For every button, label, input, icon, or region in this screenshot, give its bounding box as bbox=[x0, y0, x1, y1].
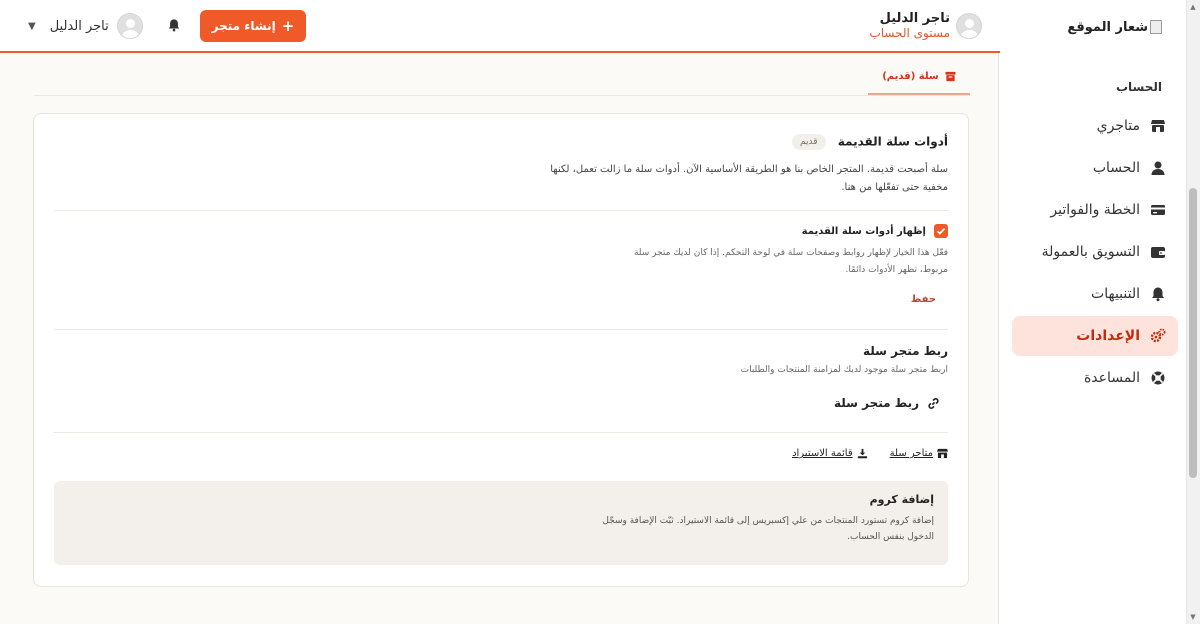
sidebar-item-settings[interactable]: الإعدادات bbox=[1012, 316, 1178, 356]
salla-links-row: متاجر سلة قائمة الاستيراد bbox=[792, 448, 948, 459]
site-logo[interactable]: شعار الموقع bbox=[1067, 17, 1162, 37]
show-legacy-tools-checkbox[interactable] bbox=[934, 224, 948, 238]
sidebar-item-notifications[interactable]: التنبيهات bbox=[1012, 274, 1178, 314]
sidebar-section-label: الحساب bbox=[1115, 80, 1162, 94]
legacy-tools-title: أدوات سلة القديمة قديم bbox=[792, 134, 948, 150]
bell-icon bbox=[1152, 287, 1164, 302]
salla-stores-label: متاجر سلة bbox=[889, 448, 933, 459]
notifications-bell-icon[interactable] bbox=[167, 18, 181, 32]
account-name: تاجر الدليل bbox=[879, 11, 950, 26]
tab-bar: سلة (قديم) bbox=[34, 60, 970, 96]
import-list-link[interactable]: قائمة الاستيراد bbox=[792, 448, 868, 459]
caret-down-icon: ▼ bbox=[28, 20, 36, 32]
create-store-button[interactable]: + إنشاء متجر bbox=[200, 10, 306, 42]
sidebar-item-label: المساعدة bbox=[1083, 370, 1140, 386]
sidebar-item-label: الخطة والفواتير bbox=[1050, 202, 1140, 218]
top-header: تاجر الدليل مستوى الحساب + إنشاء متجر تا… bbox=[0, 0, 1000, 53]
chrome-extension-description: إضافة كروم تستورد المنتجات من علي إكسبري… bbox=[602, 516, 934, 542]
page-scrollbar[interactable]: ▲ ▼ bbox=[1186, 0, 1200, 624]
chrome-extension-title: إضافة كروم bbox=[869, 493, 934, 506]
account-level: مستوى الحساب bbox=[869, 26, 950, 40]
connect-salla-store-button[interactable]: ربط متجر سلة bbox=[834, 396, 940, 410]
sidebar-item-account[interactable]: الحساب bbox=[1012, 148, 1178, 188]
connect-description: اربط متجر سلة موجود لديك لمزامنة المنتجا… bbox=[740, 365, 948, 375]
show-legacy-tools-label: إظهار أدوات سلة القديمة bbox=[801, 225, 926, 237]
sidebar-item-label: متاجري bbox=[1096, 118, 1140, 134]
user-name: تاجر الدليل bbox=[49, 18, 109, 34]
legacy-tools-heading: أدوات سلة القديمة bbox=[837, 134, 948, 149]
sidebar: شعار الموقع الحساب متاجري الحساب الخطة و… bbox=[998, 0, 1186, 624]
download-icon bbox=[857, 448, 867, 459]
user-icon bbox=[1151, 161, 1165, 175]
sidebar-item-billing[interactable]: الخطة والفواتير bbox=[1012, 190, 1178, 230]
user-menu[interactable]: تاجر الدليل ▼ bbox=[28, 13, 143, 39]
tab-salla-legacy[interactable]: سلة (قديم) bbox=[868, 60, 970, 95]
connect-title: ربط متجر سلة bbox=[862, 344, 948, 358]
create-store-label: إنشاء متجر bbox=[211, 19, 276, 33]
sidebar-item-label: الحساب bbox=[1092, 160, 1140, 176]
store-icon bbox=[1151, 120, 1165, 132]
account-info[interactable]: تاجر الدليل مستوى الحساب bbox=[869, 11, 982, 40]
scroll-down-arrow[interactable]: ▼ bbox=[1189, 613, 1197, 621]
show-legacy-tools-row[interactable]: إظهار أدوات سلة القديمة bbox=[802, 224, 948, 238]
user-avatar bbox=[116, 13, 143, 39]
divider bbox=[54, 210, 948, 211]
wallet-icon bbox=[1151, 247, 1165, 258]
archive-icon bbox=[945, 71, 956, 82]
save-button[interactable]: حفظ bbox=[911, 294, 936, 305]
checkmark-icon bbox=[936, 228, 946, 235]
sidebar-item-affiliate[interactable]: التسويق بالعمولة bbox=[1012, 232, 1178, 272]
legacy-settings-card: أدوات سلة القديمة قديم سلة أصبحت قديمة. … bbox=[33, 113, 969, 587]
chrome-extension-box: إضافة كروم إضافة كروم تستورد المنتجات من… bbox=[54, 481, 948, 565]
sidebar-item-my-stores[interactable]: متاجري bbox=[1012, 106, 1178, 146]
sidebar-nav: متاجري الحساب الخطة والفواتير التسويق با… bbox=[1012, 106, 1178, 400]
scroll-up-arrow[interactable]: ▲ bbox=[1189, 3, 1197, 11]
link-icon bbox=[928, 397, 939, 409]
broken-image-icon bbox=[1150, 20, 1162, 34]
legacy-badge: قديم bbox=[792, 134, 826, 150]
sidebar-item-help[interactable]: المساعدة bbox=[1012, 358, 1178, 398]
show-legacy-tools-help: فعّل هذا الخيار لإظهار روابط وصفحات سلة … bbox=[633, 248, 948, 275]
logo-alt-text: شعار الموقع bbox=[1067, 19, 1148, 35]
account-avatar bbox=[956, 12, 982, 39]
store-icon bbox=[937, 448, 948, 459]
plus-icon: + bbox=[281, 17, 295, 35]
lifebuoy-icon bbox=[1151, 371, 1165, 385]
salla-stores-link[interactable]: متاجر سلة bbox=[890, 448, 948, 459]
gears-icon bbox=[1150, 328, 1166, 343]
sidebar-item-label: التنبيهات bbox=[1091, 286, 1140, 302]
divider bbox=[54, 432, 948, 433]
sidebar-item-label: التسويق بالعمولة bbox=[1041, 244, 1140, 260]
scroll-thumb[interactable] bbox=[1189, 188, 1197, 478]
legacy-tools-description: سلة أصبحت قديمة. المتجر الخاص بنا هو الط… bbox=[550, 164, 948, 193]
sidebar-item-label: الإعدادات bbox=[1076, 328, 1140, 344]
connect-button-label: ربط متجر سلة bbox=[833, 396, 919, 410]
credit-card-icon bbox=[1151, 205, 1165, 215]
import-list-label: قائمة الاستيراد bbox=[792, 448, 853, 459]
tab-label: سلة (قديم) bbox=[882, 71, 939, 82]
divider bbox=[54, 329, 948, 330]
